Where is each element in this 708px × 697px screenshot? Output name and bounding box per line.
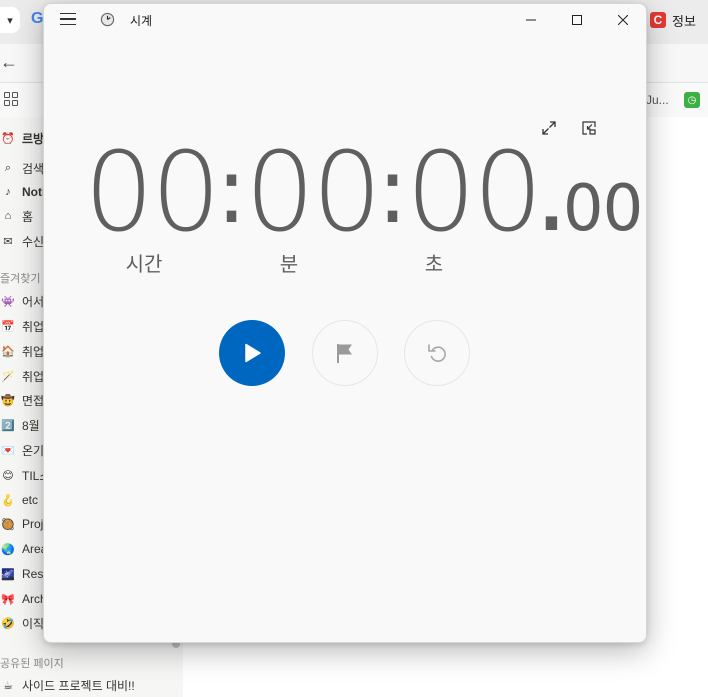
shared-pages-heading: 공유된 페이지 (0, 658, 64, 670)
search-icon: ⌕ (4, 161, 12, 174)
sidebar-favorite-item[interactable]: 🌏 Area (0, 538, 47, 560)
home-icon: ⌂ (4, 210, 12, 222)
sidebar-shared-item[interactable]: ☕ 사이드 프로젝트 대비!! (0, 674, 135, 696)
sidebar-favorite-item[interactable]: 💌 온기 (0, 439, 44, 461)
flag-icon (337, 344, 352, 363)
emoji-icon: 🤣 (1, 617, 15, 630)
browser-tab-label: 정보 (672, 13, 696, 29)
emoji-icon: 🪝 (1, 494, 15, 507)
clock-icon: ⏰ (1, 132, 15, 145)
reset-icon (428, 344, 446, 362)
sidebar-item-label: 르방 (22, 131, 45, 146)
sidebar-item-label: Noti (22, 185, 46, 199)
close-icon (618, 15, 628, 25)
hamburger-menu-icon[interactable] (60, 13, 76, 27)
chevron-down-icon[interactable]: ▾ (0, 7, 20, 33)
time-separator: : (215, 137, 247, 244)
hours-value: 00 (84, 128, 221, 256)
sidebar-item-label: 검색 (22, 161, 45, 176)
back-arrow-icon[interactable]: ← (0, 52, 18, 73)
sidebar-item-label: 8월 (22, 418, 40, 433)
google-icon[interactable]: G (31, 10, 43, 28)
sidebar-favorite-item[interactable]: 👾 어서 (0, 290, 44, 312)
sidebar-favorite-item[interactable]: 🪝 etc (0, 489, 38, 511)
app-title: 시계 (130, 14, 153, 28)
play-icon (245, 343, 261, 363)
sidebar-favorite-item[interactable]: 🏠 취업 (0, 340, 44, 362)
sidebar-item-label: 면접 (22, 393, 45, 408)
sidebar-item-label: 취업 (22, 344, 45, 359)
emoji-icon: 🪄 (1, 370, 15, 383)
seconds-label: 초 (424, 254, 444, 276)
emoji-icon: 🥘 (1, 518, 15, 531)
reset-button[interactable] (404, 320, 470, 386)
minimize-button[interactable] (508, 4, 554, 36)
emoji-icon: 🎀 (1, 593, 15, 606)
bookmark-item[interactable]: Ju... (646, 93, 669, 107)
close-button[interactable] (600, 4, 646, 36)
time-separator: : (376, 137, 408, 244)
maximize-button[interactable] (554, 4, 600, 36)
inbox-icon: ✉ (3, 235, 13, 248)
sidebar-favorite-item[interactable]: 🥘 Proj (0, 513, 43, 535)
bell-icon: ♪ (5, 186, 11, 198)
sidebar-favorite-item[interactable]: 🤣 이직 (0, 612, 44, 634)
stopwatch-time: 00 : 00 : 00 . 00 (84, 128, 643, 256)
sidebar-item-label: 수신 (22, 234, 45, 249)
c-logo-icon: C (650, 12, 666, 28)
minimize-icon (526, 19, 536, 21)
hundredths-value: 00 (562, 172, 643, 246)
emoji-icon: 👾 (1, 295, 15, 308)
sidebar-item-home[interactable]: ⌂ 홈 (0, 205, 33, 227)
sidebar-item-label: 취업 (22, 319, 45, 334)
emoji-icon: 2️⃣ (1, 419, 15, 432)
minutes-value: 00 (244, 128, 382, 256)
start-button[interactable] (219, 320, 285, 386)
sidebar-item-label: 홈 (22, 209, 34, 224)
sidebar-item-label: Proj (22, 517, 44, 531)
emoji-icon: 🏠 (1, 345, 15, 358)
clock-app-icon (100, 12, 115, 27)
browser-tab[interactable]: C 정보 (650, 8, 708, 32)
sidebar-favorite-item[interactable]: 2️⃣ 8월 (0, 414, 40, 436)
sidebar-item-search[interactable]: ⌕ 검색 (0, 157, 44, 179)
favorites-heading: 즐겨찾기 (0, 273, 41, 285)
sidebar-item-label: 사이드 프로젝트 대비!! (22, 678, 135, 693)
sidebar-item-label: 어서 (22, 294, 45, 309)
hours-label: 시간 (125, 254, 163, 276)
apps-grid-icon[interactable] (4, 92, 18, 106)
emoji-icon: 📅 (1, 320, 15, 333)
sidebar-favorite-item[interactable]: 📅 취업 (0, 315, 44, 337)
sidebar-item-workspace[interactable]: ⏰ 르방 (0, 127, 44, 149)
sidebar-favorite-item[interactable]: 🪄 취업 (0, 365, 44, 387)
maximize-icon (572, 15, 582, 25)
sidebar-item-label: 취업 (22, 369, 45, 384)
emoji-icon: 😊 (2, 469, 14, 482)
sidebar-item-notion-ai[interactable]: ♪ Noti (0, 181, 45, 203)
emoji-icon: ☕ (3, 679, 13, 692)
sidebar-item-label: etc (22, 493, 39, 507)
clock-app-window: 시계 00 : 00 : 00 . 00 시간 분 초 (43, 3, 647, 643)
sidebar-favorite-item[interactable]: 🎀 Arch (0, 588, 47, 610)
emoji-icon: 🌏 (1, 543, 15, 556)
green-extension-icon[interactable]: ◷ (684, 92, 700, 108)
sidebar-item-inbox[interactable]: ✉ 수신 (0, 230, 44, 252)
emoji-icon: 💌 (1, 444, 15, 457)
emoji-icon: 🤠 (1, 394, 15, 407)
title-bar[interactable]: 시계 (44, 4, 646, 36)
lap-button[interactable] (312, 320, 378, 386)
emoji-icon: 🌌 (1, 568, 15, 581)
sidebar-favorite-item[interactable]: 🤠 면접 (0, 389, 44, 411)
seconds-value: 00 (405, 128, 543, 256)
sidebar-item-label: 온기 (22, 443, 45, 458)
minutes-label: 분 (279, 254, 299, 276)
sidebar-item-label: 이직 (22, 616, 45, 631)
